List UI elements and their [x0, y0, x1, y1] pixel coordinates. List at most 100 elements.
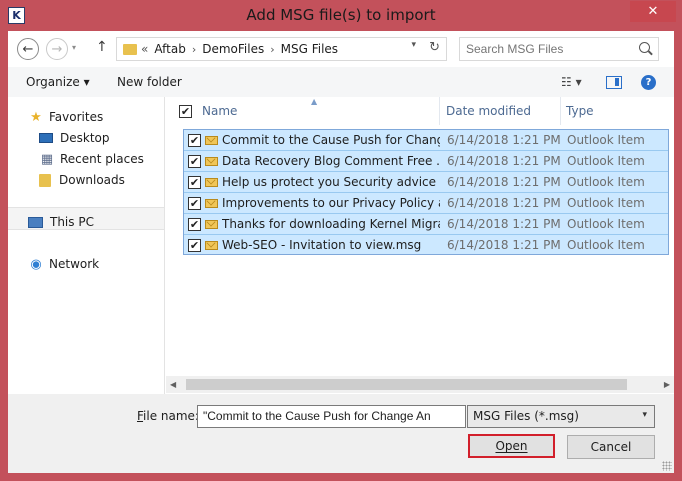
column-header-type[interactable]: Type — [566, 104, 594, 118]
file-row[interactable]: ✔ Thanks for downloading Kernel Migra...… — [184, 214, 668, 235]
nav-item-this-pc[interactable]: This PC — [28, 213, 94, 231]
row-checkbox[interactable]: ✔ — [188, 155, 201, 168]
navigation-pane: ★ Favorites Desktop ▦ Recent places Down… — [8, 97, 165, 394]
row-checkbox[interactable]: ✔ — [188, 134, 201, 147]
back-button[interactable]: ← — [17, 38, 39, 60]
row-checkbox[interactable]: ✔ — [188, 176, 201, 189]
file-name: Improvements to our Privacy Policy a... — [222, 196, 440, 210]
mail-icon — [205, 241, 218, 250]
scrollbar-thumb[interactable] — [186, 379, 627, 390]
file-list: ✔ ▲ Name Date modified Type ✔ Commit to … — [166, 97, 674, 394]
nav-item-favorites[interactable]: ★ Favorites — [28, 108, 103, 126]
file-name: Help us protect you Security advice fr..… — [222, 175, 440, 189]
command-bar: Organize ▾ New folder ☷ ▾ ? — [8, 67, 674, 97]
file-date: 6/14/2018 1:21 PM — [447, 217, 561, 231]
forward-button[interactable]: → — [46, 38, 68, 60]
column-divider[interactable] — [560, 97, 561, 125]
chevron-down-icon[interactable]: ▾ — [642, 410, 647, 420]
title-bar[interactable]: K Add MSG file(s) to import ✕ — [0, 0, 682, 31]
file-date: 6/14/2018 1:21 PM — [447, 196, 561, 210]
file-type-select[interactable]: MSG Files (*.msg) ▾ — [467, 405, 655, 428]
row-checkbox[interactable]: ✔ — [188, 239, 201, 252]
mail-icon — [205, 220, 218, 229]
mail-icon — [205, 199, 218, 208]
file-type: Outlook Item — [567, 196, 645, 210]
search-input[interactable] — [459, 37, 659, 61]
refresh-icon[interactable]: ↻ — [429, 40, 440, 55]
column-divider[interactable] — [439, 97, 440, 125]
file-name: Web-SEO - Invitation to view.msg — [222, 238, 422, 252]
nav-label: Recent places — [60, 152, 144, 166]
breadcrumb-separator: › — [270, 42, 275, 56]
mail-icon — [205, 136, 218, 145]
row-checkbox[interactable]: ✔ — [188, 197, 201, 210]
address-bar[interactable]: « Aftab › DemoFiles › MSG Files ▾ ↻ — [116, 37, 447, 61]
nav-item-network[interactable]: ◉ Network — [28, 255, 99, 273]
file-type: Outlook Item — [567, 175, 645, 189]
downloads-folder-icon — [39, 173, 51, 187]
dialog-footer: File name: "Commit to the Cause Push for… — [8, 394, 674, 473]
horizontal-scrollbar[interactable]: ◀ ▶ — [166, 376, 674, 393]
nav-item-recent-places[interactable]: ▦ Recent places — [39, 150, 144, 168]
mail-icon — [205, 178, 218, 187]
file-date: 6/14/2018 1:21 PM — [447, 133, 561, 147]
open-label: Open — [495, 439, 528, 453]
column-header-row: ✔ ▲ Name Date modified Type — [166, 97, 674, 125]
nav-item-downloads[interactable]: Downloads — [39, 171, 125, 189]
scroll-left-icon[interactable]: ◀ — [170, 380, 176, 389]
dialog-window: K Add MSG file(s) to import ✕ ← → ▾ ↑ « … — [0, 0, 682, 481]
file-name: Commit to the Cause Push for Chang... — [222, 133, 440, 147]
chevron-down-icon[interactable]: ▾ — [411, 40, 416, 50]
organize-button[interactable]: Organize ▾ — [26, 75, 90, 89]
view-options-button[interactable]: ☷ ▾ — [561, 75, 582, 89]
file-date: 6/14/2018 1:21 PM — [447, 238, 561, 252]
desktop-icon — [39, 133, 53, 143]
breadcrumb-msg-files[interactable]: MSG Files — [281, 42, 338, 56]
nav-item-desktop[interactable]: Desktop — [39, 129, 110, 147]
file-name-label: File name: — [137, 409, 199, 423]
file-row[interactable]: ✔ Commit to the Cause Push for Chang... … — [184, 130, 668, 151]
select-all-checkbox[interactable]: ✔ — [179, 105, 192, 118]
file-date: 6/14/2018 1:21 PM — [447, 154, 561, 168]
star-icon: ★ — [30, 109, 42, 125]
breadcrumb-separator: › — [191, 42, 197, 56]
search-icon[interactable] — [639, 42, 650, 53]
recent-locations-dropdown[interactable]: ▾ — [72, 43, 76, 52]
breadcrumb-demofiles[interactable]: DemoFiles — [202, 42, 264, 56]
file-row[interactable]: ✔ Data Recovery Blog Comment Free ... 6/… — [184, 151, 668, 172]
close-button[interactable]: ✕ — [630, 1, 676, 22]
column-header-date-modified[interactable]: Date modified — [446, 104, 531, 118]
file-name: Data Recovery Blog Comment Free ... — [222, 154, 440, 168]
nav-label: Downloads — [59, 173, 125, 187]
file-name-input[interactable]: "Commit to the Cause Push for Change An — [197, 405, 466, 428]
scroll-right-icon[interactable]: ▶ — [664, 380, 670, 389]
file-row[interactable]: ✔ Improvements to our Privacy Policy a..… — [184, 193, 668, 214]
computer-icon — [28, 216, 43, 228]
resize-grip-icon[interactable] — [662, 461, 672, 471]
open-button[interactable]: Open — [468, 434, 555, 458]
column-header-name[interactable]: Name — [202, 104, 237, 118]
sort-ascending-icon: ▲ — [311, 97, 318, 106]
nav-label: This PC — [50, 215, 94, 229]
file-type-value: MSG Files (*.msg) — [473, 409, 579, 423]
nav-label: Network — [49, 257, 100, 271]
file-type: Outlook Item — [567, 154, 645, 168]
new-folder-button[interactable]: New folder — [117, 75, 182, 89]
cancel-button[interactable]: Cancel — [567, 435, 655, 459]
recent-places-icon: ▦ — [40, 151, 54, 167]
folder-icon — [123, 43, 137, 55]
help-icon[interactable]: ? — [641, 75, 656, 90]
file-row[interactable]: ✔ Web-SEO - Invitation to view.msg 6/14/… — [184, 235, 668, 256]
file-type: Outlook Item — [567, 238, 645, 252]
up-button[interactable]: ↑ — [96, 39, 108, 55]
recent-glyph: « — [141, 42, 149, 56]
mail-icon — [205, 157, 218, 166]
file-type: Outlook Item — [567, 217, 645, 231]
row-checkbox[interactable]: ✔ — [188, 218, 201, 231]
breadcrumb-aftab[interactable]: Aftab — [154, 42, 185, 56]
file-name: Thanks for downloading Kernel Migra... — [222, 217, 440, 231]
file-type: Outlook Item — [567, 133, 645, 147]
selected-rows: ✔ Commit to the Cause Push for Chang... … — [183, 129, 669, 255]
file-row[interactable]: ✔ Help us protect you Security advice fr… — [184, 172, 668, 193]
preview-pane-icon[interactable] — [606, 76, 622, 89]
